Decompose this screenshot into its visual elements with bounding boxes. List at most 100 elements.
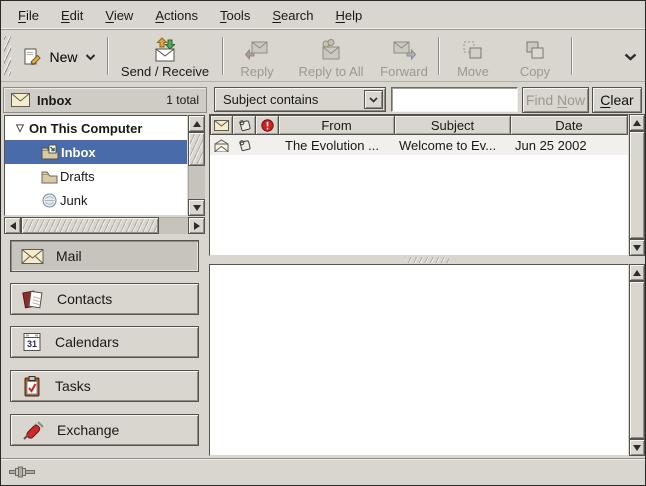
shortcut-calendars-button[interactable]: 31 Calendars xyxy=(10,326,199,358)
scrollbar-thumb[interactable] xyxy=(629,281,645,439)
send-receive-button[interactable]: Send / Receive xyxy=(113,33,217,79)
clear-button[interactable]: Clear xyxy=(592,87,642,113)
folder-tree-vertical-scrollbar[interactable] xyxy=(188,115,205,216)
exchange-plug-icon xyxy=(21,419,45,442)
menu-view[interactable]: View xyxy=(94,4,144,27)
contacts-icon xyxy=(21,288,45,310)
combo-arrow-button[interactable] xyxy=(364,90,383,109)
search-input[interactable] xyxy=(391,87,518,112)
folder-message-count: 1 total xyxy=(166,93,199,107)
column-important[interactable] xyxy=(256,115,279,135)
new-button-label: New xyxy=(49,49,77,65)
reply-to-all-button[interactable]: Reply to All xyxy=(289,33,373,79)
shortcut-exchange-button[interactable]: Exchange xyxy=(10,414,199,446)
toolbar: New Send / Receive xyxy=(1,31,645,82)
message-date: Jun 25 2002 xyxy=(511,138,628,153)
status-bar xyxy=(1,458,645,485)
move-icon xyxy=(461,39,485,63)
message-list-vertical-scrollbar[interactable] xyxy=(629,114,646,256)
menu-file[interactable]: File xyxy=(7,4,50,27)
folder-title-bar: Inbox 1 total xyxy=(3,87,207,113)
shortcut-label: Contacts xyxy=(57,291,112,307)
junk-icon xyxy=(41,192,58,208)
column-message-status[interactable] xyxy=(210,115,233,135)
menu-search[interactable]: Search xyxy=(261,4,324,27)
column-label: Subject xyxy=(431,118,474,133)
move-button[interactable]: Move xyxy=(445,33,501,79)
chevron-down-icon xyxy=(369,97,378,103)
reply-label: Reply xyxy=(240,64,273,79)
toolbar-separator xyxy=(571,37,573,75)
tree-node-drafts[interactable]: Drafts xyxy=(5,164,187,188)
folder-icon xyxy=(41,169,58,184)
folder-tree-horizontal-scrollbar[interactable] xyxy=(4,217,205,234)
find-now-button[interactable]: Find Now xyxy=(522,87,589,113)
copy-button[interactable]: Copy xyxy=(507,33,563,79)
scrollbar-thumb[interactable] xyxy=(188,132,205,166)
send-receive-label: Send / Receive xyxy=(121,64,209,79)
toolbar-overflow-button[interactable] xyxy=(619,46,641,68)
new-message-icon xyxy=(22,47,42,67)
message-subject: Welcome to Ev... xyxy=(395,138,511,153)
scroll-down-button[interactable] xyxy=(188,199,205,216)
scrollbar-thumb[interactable] xyxy=(21,217,159,234)
pane-splitter[interactable] xyxy=(209,256,645,264)
message-row[interactable]: The Evolution ... Welcome to Ev... Jun 2… xyxy=(210,135,628,155)
column-label: From xyxy=(321,118,351,133)
scrollbar-thumb[interactable] xyxy=(629,131,645,239)
current-folder-title: Inbox xyxy=(37,93,159,108)
scroll-right-button[interactable] xyxy=(188,217,205,234)
column-date[interactable]: Date xyxy=(511,115,628,135)
toolbar-grip[interactable] xyxy=(4,36,11,76)
scroll-down-button[interactable] xyxy=(629,439,645,456)
menu-edit[interactable]: Edit xyxy=(50,4,94,27)
scroll-up-button[interactable] xyxy=(188,115,205,132)
calendar-icon: 31 xyxy=(21,331,43,353)
message-list-header: From Subject Date xyxy=(210,115,628,135)
preview-vertical-scrollbar[interactable] xyxy=(629,264,646,456)
evolution-window: File Edit View Actions Tools Search Help… xyxy=(0,0,646,486)
message-status-icon xyxy=(214,120,229,131)
message-list: From Subject Date xyxy=(209,114,629,256)
shortcut-label: Calendars xyxy=(55,334,119,350)
menu-help[interactable]: Help xyxy=(325,4,374,27)
scroll-down-button[interactable] xyxy=(629,239,645,256)
move-label: Move xyxy=(457,64,489,79)
shortcut-label: Mail xyxy=(56,248,82,264)
shortcut-mail-button[interactable]: Mail xyxy=(10,240,199,272)
column-label: Date xyxy=(555,118,582,133)
message-preview-pane[interactable] xyxy=(209,264,629,456)
splitter-grip[interactable] xyxy=(405,257,449,263)
column-subject[interactable]: Subject xyxy=(395,115,511,135)
mail-envelope-icon xyxy=(21,248,44,265)
reply-to-all-label: Reply to All xyxy=(298,64,363,79)
scroll-left-button[interactable] xyxy=(4,217,21,234)
tree-node-label: Inbox xyxy=(61,145,96,160)
tree-node-inbox[interactable]: Inbox xyxy=(5,140,187,164)
send-receive-icon xyxy=(152,37,178,63)
menu-bar: File Edit View Actions Tools Search Help xyxy=(1,1,645,30)
column-from[interactable]: From xyxy=(279,115,395,135)
shortcut-contacts-button[interactable]: Contacts xyxy=(10,283,199,315)
scroll-up-button[interactable] xyxy=(629,264,645,281)
tree-node-on-this-computer[interactable]: ▽ On This Computer xyxy=(5,116,187,140)
column-attachment[interactable] xyxy=(233,115,256,135)
reply-icon xyxy=(244,39,270,63)
menu-actions[interactable]: Actions xyxy=(144,4,209,27)
search-criteria-dropdown[interactable]: Subject contains xyxy=(214,87,386,112)
shortcut-label: Tasks xyxy=(55,378,91,394)
menu-tools[interactable]: Tools xyxy=(209,4,261,27)
reply-button[interactable]: Reply xyxy=(228,33,286,79)
tree-node-junk[interactable]: Junk xyxy=(5,188,187,212)
toolbar-separator xyxy=(222,37,224,75)
online-plug-icon[interactable] xyxy=(9,466,37,478)
forward-button[interactable]: Forward xyxy=(373,33,435,79)
shortcut-label: Exchange xyxy=(57,422,119,438)
attachment-icon xyxy=(237,118,252,133)
expander-open-icon[interactable]: ▽ xyxy=(11,123,29,134)
new-button[interactable]: New xyxy=(13,40,105,74)
scroll-up-button[interactable] xyxy=(629,114,645,131)
copy-label: Copy xyxy=(520,64,550,79)
envelope-icon xyxy=(11,93,30,107)
shortcut-tasks-button[interactable]: Tasks xyxy=(10,370,199,402)
